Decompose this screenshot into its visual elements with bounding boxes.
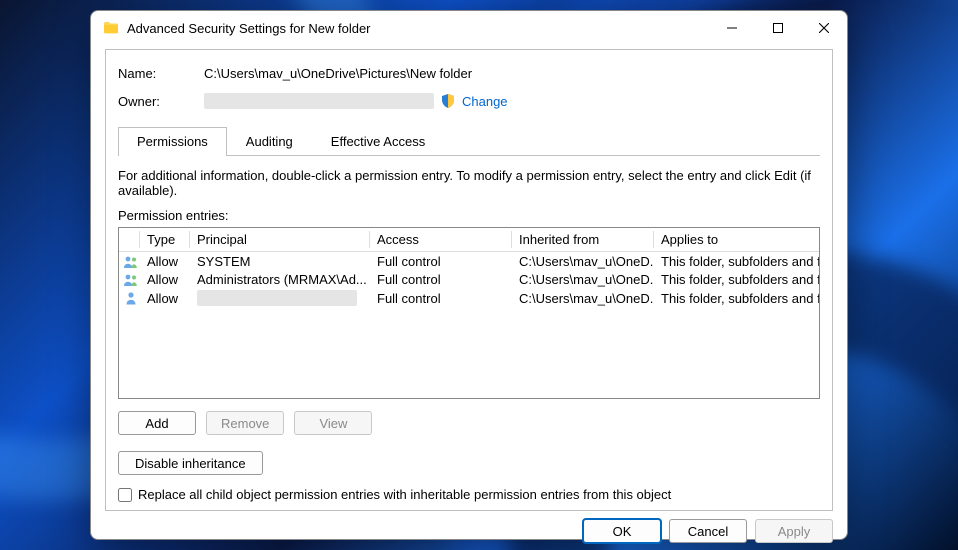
user-icon (123, 291, 139, 305)
table-row[interactable]: AllowAdministrators (MRMAX\Ad...Full con… (119, 270, 819, 288)
ok-button[interactable]: OK (583, 519, 661, 543)
cell-principal: Administrators (MRMAX\Ad... (189, 270, 369, 288)
shield-icon (440, 93, 456, 109)
grid-header: Type Principal Access Inherited from App… (119, 228, 819, 252)
add-button[interactable]: Add (118, 411, 196, 435)
remove-button[interactable]: Remove (206, 411, 284, 435)
dialog-footer: OK Cancel Apply (91, 511, 847, 550)
apply-button[interactable]: Apply (755, 519, 833, 543)
titlebar: Advanced Security Settings for New folde… (91, 11, 847, 45)
name-label: Name: (118, 66, 204, 81)
cell-applies: This folder, subfolders and files (653, 252, 819, 270)
window-title: Advanced Security Settings for New folde… (127, 21, 371, 36)
minimize-button[interactable] (709, 11, 755, 45)
cell-access: Full control (369, 252, 511, 270)
maximize-button[interactable] (755, 11, 801, 45)
change-owner-link[interactable]: Change (462, 94, 508, 109)
col-access[interactable]: Access (369, 228, 511, 251)
close-button[interactable] (801, 11, 847, 45)
redacted-principal (197, 290, 357, 306)
owner-value-redacted (204, 93, 434, 109)
info-text: For additional information, double-click… (118, 168, 820, 198)
tab-permissions[interactable]: Permissions (118, 127, 227, 156)
cancel-button[interactable]: Cancel (669, 519, 747, 543)
tab-auditing[interactable]: Auditing (227, 127, 312, 156)
cell-access: Full control (369, 270, 511, 288)
owner-label: Owner: (118, 94, 204, 109)
cell-inherited: C:\Users\mav_u\OneD... (511, 270, 653, 288)
cell-access: Full control (369, 288, 511, 307)
tab-effective-access[interactable]: Effective Access (312, 127, 444, 156)
view-button[interactable]: View (294, 411, 372, 435)
name-value: C:\Users\mav_u\OneDrive\Pictures\New fol… (204, 66, 820, 81)
replace-child-permissions-checkbox[interactable] (118, 488, 132, 502)
cell-principal: SYSTEM (189, 252, 369, 270)
replace-child-permissions-label[interactable]: Replace all child object permission entr… (138, 487, 671, 502)
cell-applies: This folder, subfolders and files (653, 288, 819, 307)
disable-inheritance-button[interactable]: Disable inheritance (118, 451, 263, 475)
cell-principal (189, 288, 369, 307)
table-row[interactable]: Allow Full controlC:\Users\mav_u\OneD...T… (119, 288, 819, 307)
col-inherited[interactable]: Inherited from (511, 228, 653, 251)
permission-entries-grid[interactable]: Type Principal Access Inherited from App… (118, 227, 820, 399)
tab-strip: Permissions Auditing Effective Access (118, 126, 820, 156)
cell-type: Allow (139, 252, 189, 270)
col-type[interactable]: Type (139, 228, 189, 251)
cell-inherited: C:\Users\mav_u\OneD... (511, 288, 653, 307)
users-icon (123, 255, 139, 269)
entries-label: Permission entries: (118, 208, 820, 223)
col-principal[interactable]: Principal (189, 228, 369, 251)
client-area: Name: C:\Users\mav_u\OneDrive\Pictures\N… (105, 49, 833, 511)
cell-applies: This folder, subfolders and files (653, 270, 819, 288)
cell-type: Allow (139, 288, 189, 307)
cell-inherited: C:\Users\mav_u\OneD... (511, 252, 653, 270)
col-applies[interactable]: Applies to (653, 228, 819, 251)
cell-type: Allow (139, 270, 189, 288)
security-settings-window: Advanced Security Settings for New folde… (90, 10, 848, 540)
users-icon (123, 273, 139, 287)
folder-icon (103, 20, 119, 36)
table-row[interactable]: AllowSYSTEMFull controlC:\Users\mav_u\On… (119, 252, 819, 270)
